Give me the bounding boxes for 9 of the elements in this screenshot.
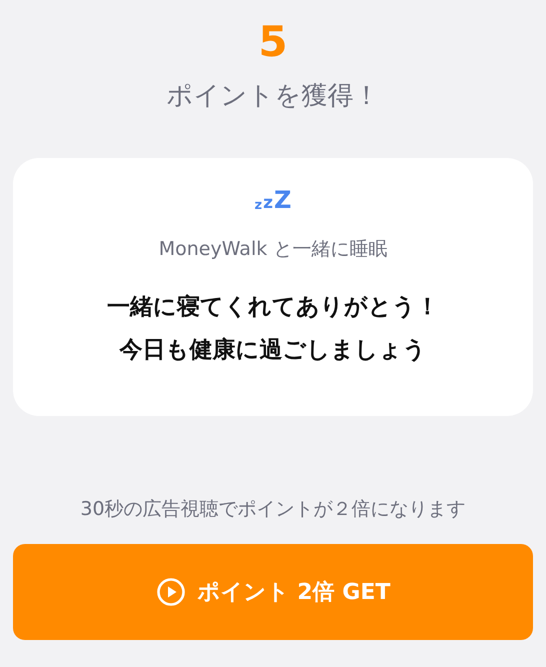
points-value: 5 — [258, 16, 288, 68]
card-message: 今日も健康に過ごしましょう — [118, 336, 428, 365]
play-icon — [156, 577, 186, 607]
sleep-icon: zzZ — [254, 188, 292, 212]
card-message: 一緒に寝てくれてありがとう！ — [107, 293, 439, 322]
ad-note: 30秒の広告視聴でポイントが２倍になります — [80, 497, 466, 522]
card-subtitle: MoneyWalk と一緒に睡眠 — [158, 237, 388, 262]
points-label: ポイントを獲得！ — [166, 80, 380, 113]
double-points-button[interactable]: ポイント 2倍 GET — [13, 544, 533, 640]
